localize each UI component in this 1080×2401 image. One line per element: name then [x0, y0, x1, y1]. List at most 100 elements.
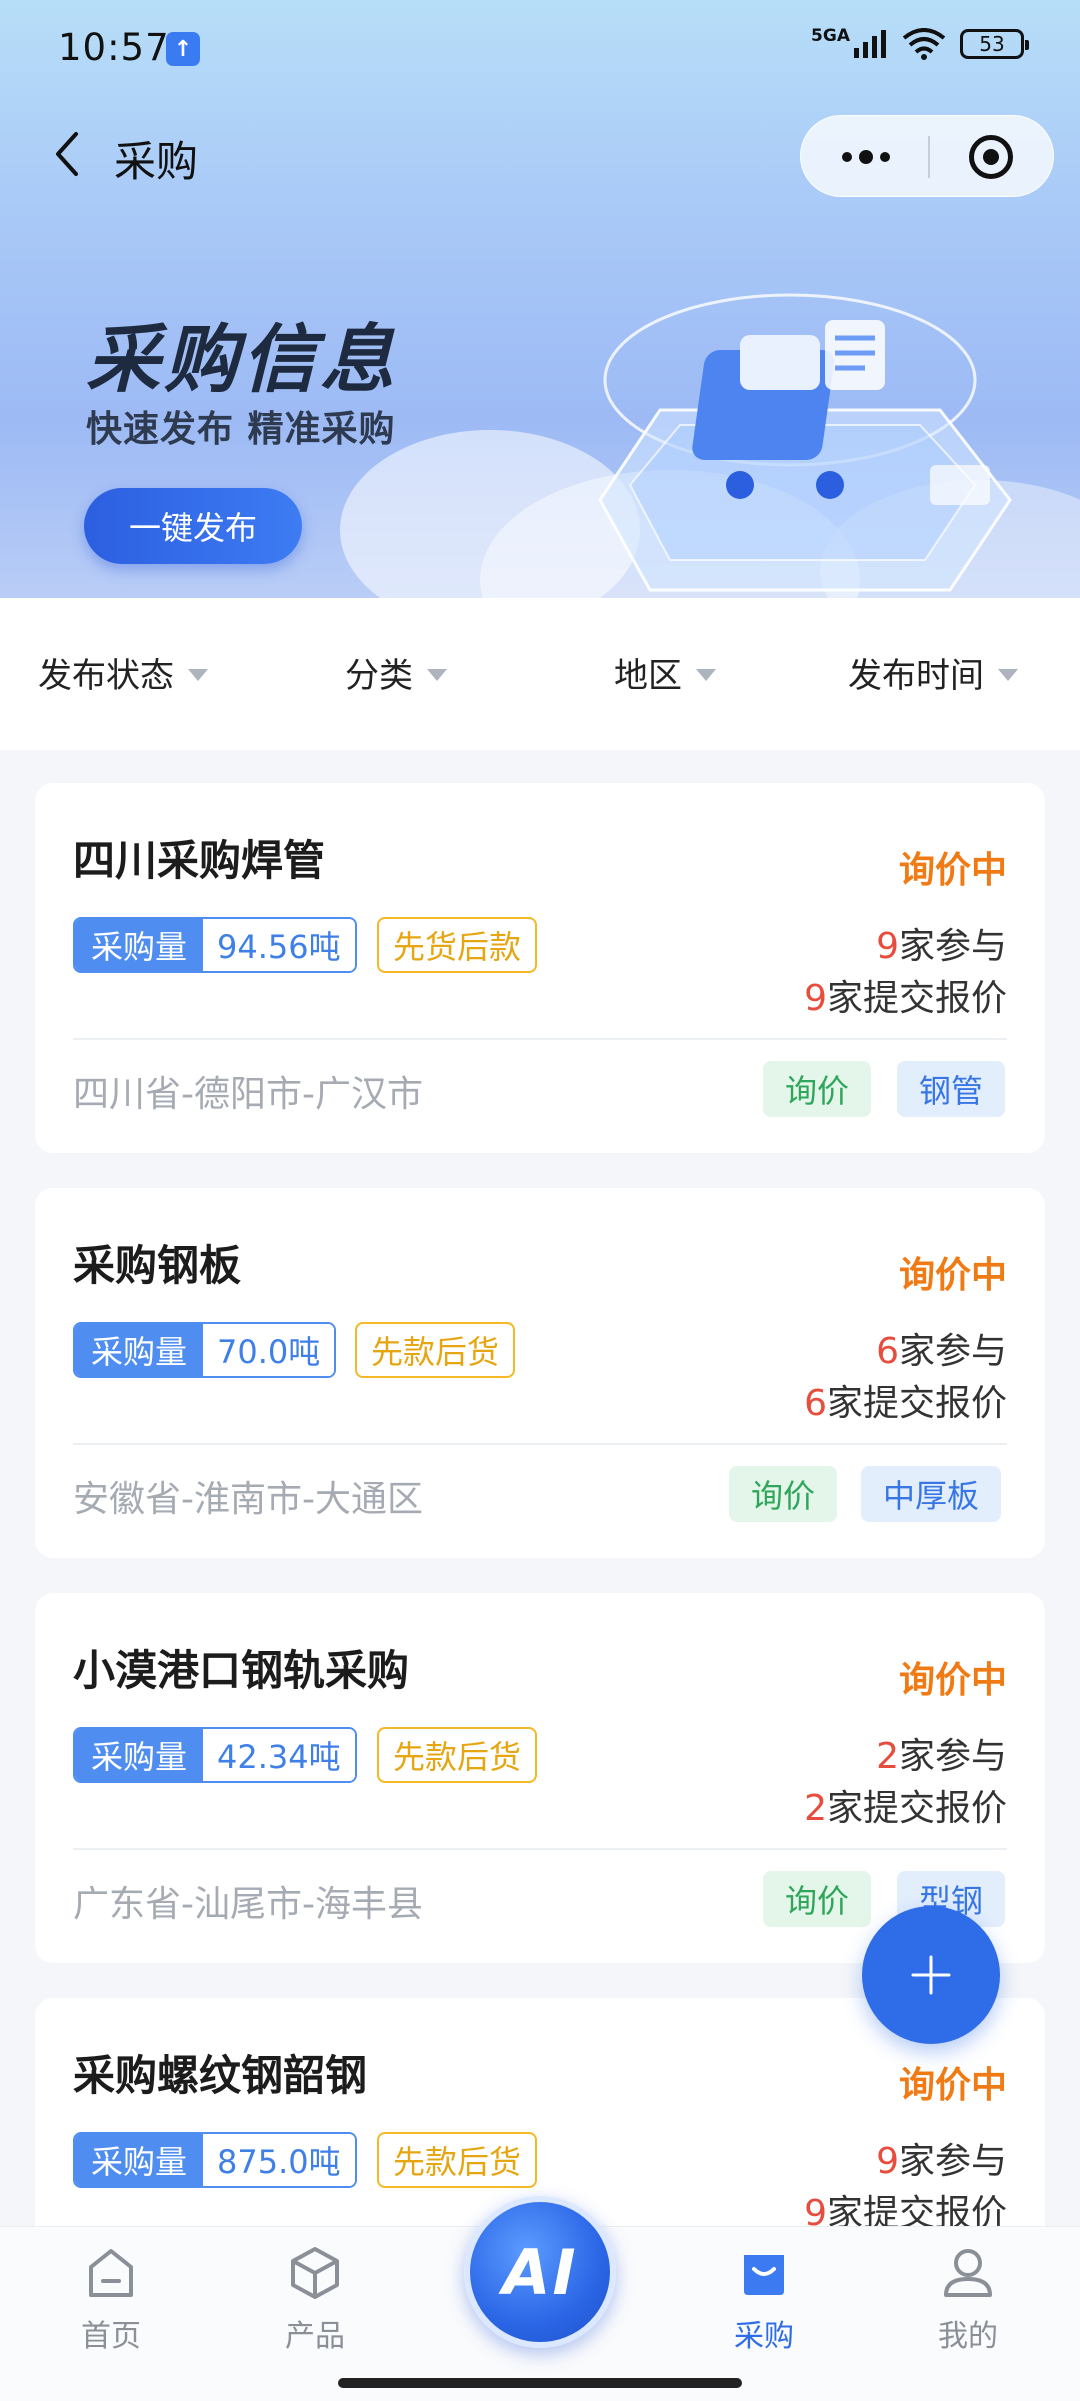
- more-button[interactable]: [831, 116, 901, 198]
- participants-text: 家参与: [898, 1331, 1007, 1372]
- type-tag: 询价: [729, 1466, 838, 1522]
- caret-down-icon: [696, 668, 716, 681]
- tab-label: 采购: [734, 2319, 794, 2354]
- participants-text: 家参与: [898, 1736, 1007, 1777]
- capsule-divider: [928, 136, 930, 178]
- purchase-card[interactable]: 四川采购焊管 询价中 采购量 94.56吨 先货后款 9家参与 9家提交报价 四…: [35, 783, 1045, 1153]
- purchase-card[interactable]: 小漠港口钢轨采购 询价中 采购量 42.34吨 先款后货 2家参与 2家提交报价…: [35, 1593, 1045, 1963]
- caret-down-icon: [427, 668, 447, 681]
- participants-number: 6: [876, 1331, 899, 1372]
- status-badge: 询价中: [898, 2065, 1007, 2106]
- hero-subtitle: 快速发布 精准采购: [86, 409, 396, 450]
- participants-text: 家参与: [898, 2141, 1007, 2182]
- filter-publish-status[interactable]: 发布状态: [38, 648, 208, 697]
- participants-count: 9家参与: [876, 2132, 1007, 2184]
- caret-down-icon: [998, 668, 1018, 681]
- filter-publish-time[interactable]: 发布时间: [848, 648, 1018, 697]
- shopping-cart-illustration: [598, 293, 1012, 592]
- quotes-count: 6家提交报价: [804, 1374, 1007, 1426]
- tab-home[interactable]: 首页: [51, 2243, 171, 2355]
- quotes-number: 9: [804, 978, 827, 1019]
- tab-products[interactable]: 产品: [255, 2243, 375, 2355]
- quotes-number: 6: [804, 1383, 827, 1424]
- user-icon: [944, 2249, 992, 2297]
- participants-count: 9家参与: [876, 917, 1007, 969]
- battery-icon: 53: [960, 29, 1029, 59]
- shopping-bag-icon: [744, 2255, 784, 2295]
- filter-label: 发布状态: [38, 656, 174, 696]
- participants-text: 家参与: [898, 926, 1007, 967]
- quantity-value: 875.0吨: [203, 2134, 355, 2186]
- status-badge: 询价中: [898, 1660, 1007, 1701]
- hero-banner: 10:57 ↑ 5GA 53 采购 采购信息 快速发布 精准采购 一键发布: [0, 0, 1080, 598]
- participants-count: 6家参与: [876, 1322, 1007, 1374]
- quantity-label: 采购量: [75, 1324, 204, 1376]
- status-badge: 询价中: [898, 1255, 1007, 1296]
- quantity-label: 采购量: [75, 2134, 204, 2186]
- tab-label: 我的: [938, 2319, 998, 2354]
- quantity-tag: 采购量 875.0吨: [73, 2132, 357, 2188]
- filter-region[interactable]: 地区: [614, 648, 716, 697]
- quantity-tag: 采购量 94.56吨: [73, 917, 357, 973]
- category-tag: 钢管: [897, 1061, 1006, 1117]
- card-title: 采购螺纹钢韶钢: [73, 2051, 368, 2100]
- card-title: 小漠港口钢轨采购: [73, 1646, 410, 1695]
- quotes-count: 9家提交报价: [804, 969, 1007, 1021]
- caret-down-icon: [188, 668, 208, 681]
- payment-term-tag: 先款后货: [377, 1727, 538, 1783]
- quantity-value: 42.34吨: [203, 1729, 355, 1781]
- type-tag: 询价: [763, 1061, 872, 1117]
- filter-label: 发布时间: [848, 656, 984, 696]
- close-target-button[interactable]: [969, 135, 1013, 179]
- divider: [73, 1848, 1007, 1850]
- home-icon: [89, 2249, 133, 2297]
- quotes-count: 2家提交报价: [804, 1779, 1007, 1831]
- card-title: 四川采购焊管: [73, 836, 326, 885]
- signal-icon: [854, 30, 886, 58]
- home-indicator: [338, 2378, 742, 2388]
- tab-mine[interactable]: 我的: [908, 2243, 1028, 2355]
- quotes-text: 家提交报价: [826, 978, 1007, 1019]
- participants-number: 2: [876, 1736, 899, 1777]
- filter-category[interactable]: 分类: [345, 648, 447, 697]
- payment-term-tag: 先货后款: [377, 917, 538, 973]
- card-title: 采购钢板: [73, 1241, 242, 1290]
- tab-label: 产品: [285, 2319, 345, 2354]
- purchase-card[interactable]: 采购钢板 询价中 采购量 70.0吨 先款后货 6家参与 6家提交报价 安徽省-…: [35, 1188, 1045, 1558]
- box-icon: [291, 2247, 339, 2299]
- payment-term-tag: 先款后货: [355, 1322, 516, 1378]
- quotes-number: 2: [804, 1788, 827, 1829]
- quotes-text: 家提交报价: [826, 1788, 1007, 1829]
- upload-icon: ↑: [166, 32, 200, 66]
- location-text: 广东省-汕尾市-海丰县: [73, 1884, 423, 1925]
- quotes-text: 家提交报价: [826, 1383, 1007, 1424]
- quantity-value: 94.56吨: [203, 919, 355, 971]
- tab-purchase[interactable]: 采购: [704, 2243, 824, 2355]
- quantity-label: 采购量: [75, 919, 204, 971]
- tab-label: 首页: [81, 2319, 141, 2354]
- wifi-icon: [902, 28, 946, 60]
- filter-bar: 发布状态 分类 地区 发布时间: [0, 598, 1080, 750]
- type-tag: 询价: [763, 1871, 872, 1927]
- payment-term-tag: 先款后货: [377, 2132, 538, 2188]
- ai-assistant-button[interactable]: AI: [464, 2196, 616, 2348]
- add-purchase-button[interactable]: [862, 1906, 1000, 2044]
- divider: [73, 1443, 1007, 1445]
- filter-label: 分类: [345, 656, 413, 696]
- quantity-label: 采购量: [75, 1729, 204, 1781]
- quantity-value: 70.0吨: [203, 1324, 335, 1376]
- participants-number: 9: [876, 926, 899, 967]
- participants-number: 9: [876, 2141, 899, 2182]
- one-click-publish-button[interactable]: 一键发布: [84, 488, 302, 564]
- status-badge: 询价中: [898, 850, 1007, 891]
- page-title: 采购: [114, 137, 199, 186]
- location-text: 安徽省-淮南市-大通区: [73, 1479, 423, 1520]
- plus-icon: [911, 1955, 951, 1995]
- filter-label: 地区: [614, 656, 682, 696]
- status-bar: 10:57 ↑ 5GA 53: [0, 0, 1080, 100]
- category-tag: 中厚板: [861, 1466, 1002, 1522]
- back-button[interactable]: [52, 124, 92, 184]
- quantity-tag: 采购量 42.34吨: [73, 1727, 357, 1783]
- mini-program-capsule: [800, 115, 1054, 197]
- status-time: 10:57: [58, 26, 170, 69]
